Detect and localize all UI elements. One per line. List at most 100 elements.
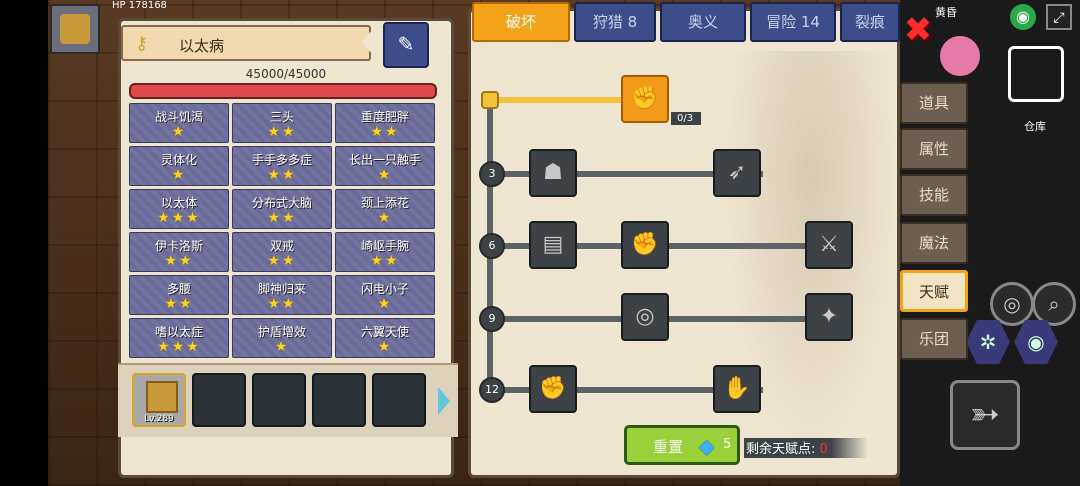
talent-count: 0/3 — [671, 112, 702, 125]
pet-avatar[interactable] — [940, 36, 980, 76]
tab-hunt[interactable]: 狩猎 8 — [574, 2, 656, 42]
trait-name: 灵体化 — [160, 153, 197, 167]
level-marker-9: 9 — [479, 306, 505, 332]
trait-cell[interactable]: 伊卡洛斯 ★★ — [129, 232, 229, 272]
globe-icon[interactable]: ◉ — [1010, 4, 1036, 30]
reset-button[interactable]: 重置 ◆ 5 — [624, 425, 740, 465]
talent-body-icon[interactable]: ☗ — [529, 149, 577, 197]
syringe-icon[interactable]: ✎ — [383, 22, 429, 68]
tab-destroy[interactable]: 破坏 — [472, 2, 570, 42]
trait-stars: ★★ — [267, 167, 297, 183]
trait-stars: ★ — [377, 296, 393, 312]
talent-raised-fist-icon[interactable]: ✊ — [529, 365, 577, 413]
expand-icon[interactable]: ⤢ — [1046, 4, 1072, 30]
warehouse-label[interactable]: 仓库 — [1024, 118, 1046, 134]
gem-icon: ◆ — [699, 434, 715, 458]
trait-name: 三头 — [269, 110, 294, 124]
level-marker-6: 6 — [479, 233, 505, 259]
tree-root — [481, 91, 499, 109]
trait-cell[interactable]: 手手多多症 ★★ — [232, 146, 332, 186]
trait-stars: ★★ — [164, 296, 194, 312]
trait-stars: ★ — [274, 339, 290, 355]
player-avatar[interactable] — [50, 4, 100, 54]
side-tab-magic[interactable]: 魔法 — [900, 222, 968, 264]
talent-arm-wrestle-icon[interactable]: ✊ — [621, 75, 669, 123]
trait-name: 多腰 — [166, 282, 191, 296]
talent-bat-icon[interactable]: ✦ — [805, 293, 853, 341]
tab-adventure[interactable]: 冒险 14 — [750, 2, 836, 42]
trait-name: 嗜以太症 — [154, 325, 203, 339]
hero-slot-1[interactable]: Lv.289 — [132, 373, 186, 427]
reset-cost: 5 — [723, 437, 732, 452]
talent-hand-icon[interactable]: ✋ — [713, 365, 761, 413]
trait-cell[interactable]: 嗜以太症 ★★★ — [129, 318, 229, 358]
side-tab-items[interactable]: 道具 — [900, 82, 968, 124]
trait-stars: ★ — [171, 124, 187, 140]
side-tab-skills[interactable]: 技能 — [900, 174, 968, 216]
trait-cell[interactable]: 灵体化 ★ — [129, 146, 229, 186]
skill-button-icon[interactable]: ◎ — [990, 282, 1034, 326]
trait-name: 重度肥胖 — [360, 110, 409, 124]
trait-cell[interactable]: 双戒 ★★ — [232, 232, 332, 272]
trait-cell[interactable]: 多腰 ★★ — [129, 275, 229, 315]
trait-name: 护盾增效 — [257, 325, 306, 339]
side-tab-attributes[interactable]: 属性 — [900, 128, 968, 170]
hero-slot-3[interactable] — [252, 373, 306, 427]
talent-sword-icon[interactable]: ⚔ — [805, 221, 853, 269]
level-marker-12: 12 — [479, 377, 505, 403]
trait-name: 崎岖手腕 — [360, 239, 409, 253]
trait-stars: ★★★ — [157, 210, 201, 226]
trait-cell[interactable]: 长出一只触手 ★ — [335, 146, 435, 186]
trait-cell[interactable]: 脚神归来 ★★ — [232, 275, 332, 315]
trait-cell[interactable]: 战斗饥渴 ★ — [129, 103, 229, 143]
trait-stars: ★★★ — [157, 339, 201, 355]
talent-fist-icon[interactable]: ✊ — [621, 221, 669, 269]
reset-label: 重置 — [653, 438, 684, 456]
remaining-value: 0 — [819, 442, 828, 457]
side-tab-talent[interactable]: 天赋 — [900, 270, 968, 312]
talent-tree-panel: 3 6 9 12 ✊ 0/3 ☗ ➶ ▤ ✊ ⚔ ◎ ✦ ✊ ✋ — [468, 8, 900, 478]
ribbon-tail — [361, 27, 375, 57]
hp-value: 45000/45000 — [245, 67, 327, 81]
trait-name: 伊卡洛斯 — [154, 239, 203, 253]
remaining-label: 剩余天赋点: — [746, 442, 816, 457]
hero-slot-4[interactable] — [312, 373, 366, 427]
hero-portrait — [146, 381, 178, 413]
trait-cell[interactable]: 闪电小子 ★ — [335, 275, 435, 315]
player-hp: HP 178168 — [112, 0, 167, 11]
hero-slot-5[interactable] — [372, 373, 426, 427]
hero-slot-2[interactable] — [192, 373, 246, 427]
search-icon[interactable]: ⌕ — [1032, 282, 1076, 326]
trait-cell[interactable]: 三头 ★★ — [232, 103, 332, 143]
trait-cell[interactable]: 重度肥胖 ★★ — [335, 103, 435, 143]
trait-stars: ★★ — [267, 253, 297, 269]
trait-name: 以太体 — [160, 196, 197, 210]
next-page-arrow-icon[interactable] — [438, 387, 450, 415]
tab-mystery[interactable]: 奥义 — [660, 2, 746, 42]
trait-stars: ★★ — [267, 210, 297, 226]
panel-title: 以太病 — [179, 37, 225, 55]
trait-cell[interactable]: 分布式大脑 ★★ — [232, 189, 332, 229]
trait-cell[interactable]: 护盾增效 ★ — [232, 318, 332, 358]
hero-level: Lv.289 — [144, 414, 174, 424]
talent-ring-icon[interactable]: ◎ — [621, 293, 669, 341]
side-tab-band[interactable]: 乐团 — [900, 318, 968, 360]
tree-branch-top — [487, 97, 637, 103]
hero-face — [60, 14, 90, 44]
trait-stars: ★★ — [164, 253, 194, 269]
talent-arrow-icon[interactable]: ➶ — [713, 149, 761, 197]
tab-rift[interactable]: 裂痕 — [840, 2, 900, 42]
trait-grid: 战斗饥渴 ★ 三头 ★★ 重度肥胖 ★★ 灵体化 ★ 手手多多症 ★★ 长出一只触手 ★ 以太体 ★★★ 分… — [129, 103, 435, 358]
trait-cell[interactable]: 崎岖手腕 ★★ — [335, 232, 435, 272]
talent-card-icon[interactable]: ▤ — [529, 221, 577, 269]
close-icon[interactable]: ✖ — [902, 13, 934, 47]
bow-icon[interactable]: ➳ — [950, 380, 1020, 450]
trait-name: 颈上添花 — [360, 196, 409, 210]
disease-panel: ⚷ 以太病 ✎ 45000/45000 战斗饥渴 ★ 三头 ★★ 重度肥胖 ★★ 灵体化 ★ 手… — [118, 18, 458, 478]
trait-name: 手手多多症 — [251, 153, 312, 167]
trait-cell[interactable]: 六翼天使 ★ — [335, 318, 435, 358]
trait-cell[interactable]: 以太体 ★★★ — [129, 189, 229, 229]
title-ribbon: ⚷ 以太病 — [121, 25, 371, 61]
minimap[interactable] — [1008, 46, 1064, 102]
trait-cell[interactable]: 颈上添花 ★ — [335, 189, 435, 229]
